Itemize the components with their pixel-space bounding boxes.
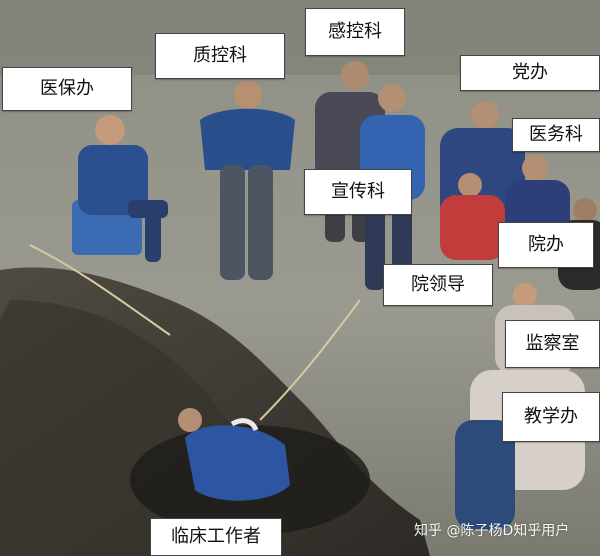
label-teaching-office: 教学办 xyxy=(502,392,600,442)
label-party-office: 党办 xyxy=(460,55,600,91)
label-medical-insurance-office: 医保办 xyxy=(2,67,132,111)
label-hospital-office: 院办 xyxy=(498,222,594,268)
zhihu-watermark: 知乎 @陈子杨D知乎用户 xyxy=(414,523,570,539)
label-clinical-worker: 临床工作者 xyxy=(150,518,282,556)
label-quality-control: 质控科 xyxy=(155,33,285,79)
label-publicity: 宣传科 xyxy=(304,169,412,215)
label-medical-affairs: 医务科 xyxy=(512,118,600,152)
photo-scene: 医保办 质控科 感控科 党办 医务科 宣传科 院办 院领导 监察室 教学办 临床… xyxy=(0,0,600,556)
label-hospital-leadership: 院领导 xyxy=(383,264,493,306)
label-supervision-office: 监察室 xyxy=(505,320,600,368)
label-infection-control: 感控科 xyxy=(305,8,405,56)
